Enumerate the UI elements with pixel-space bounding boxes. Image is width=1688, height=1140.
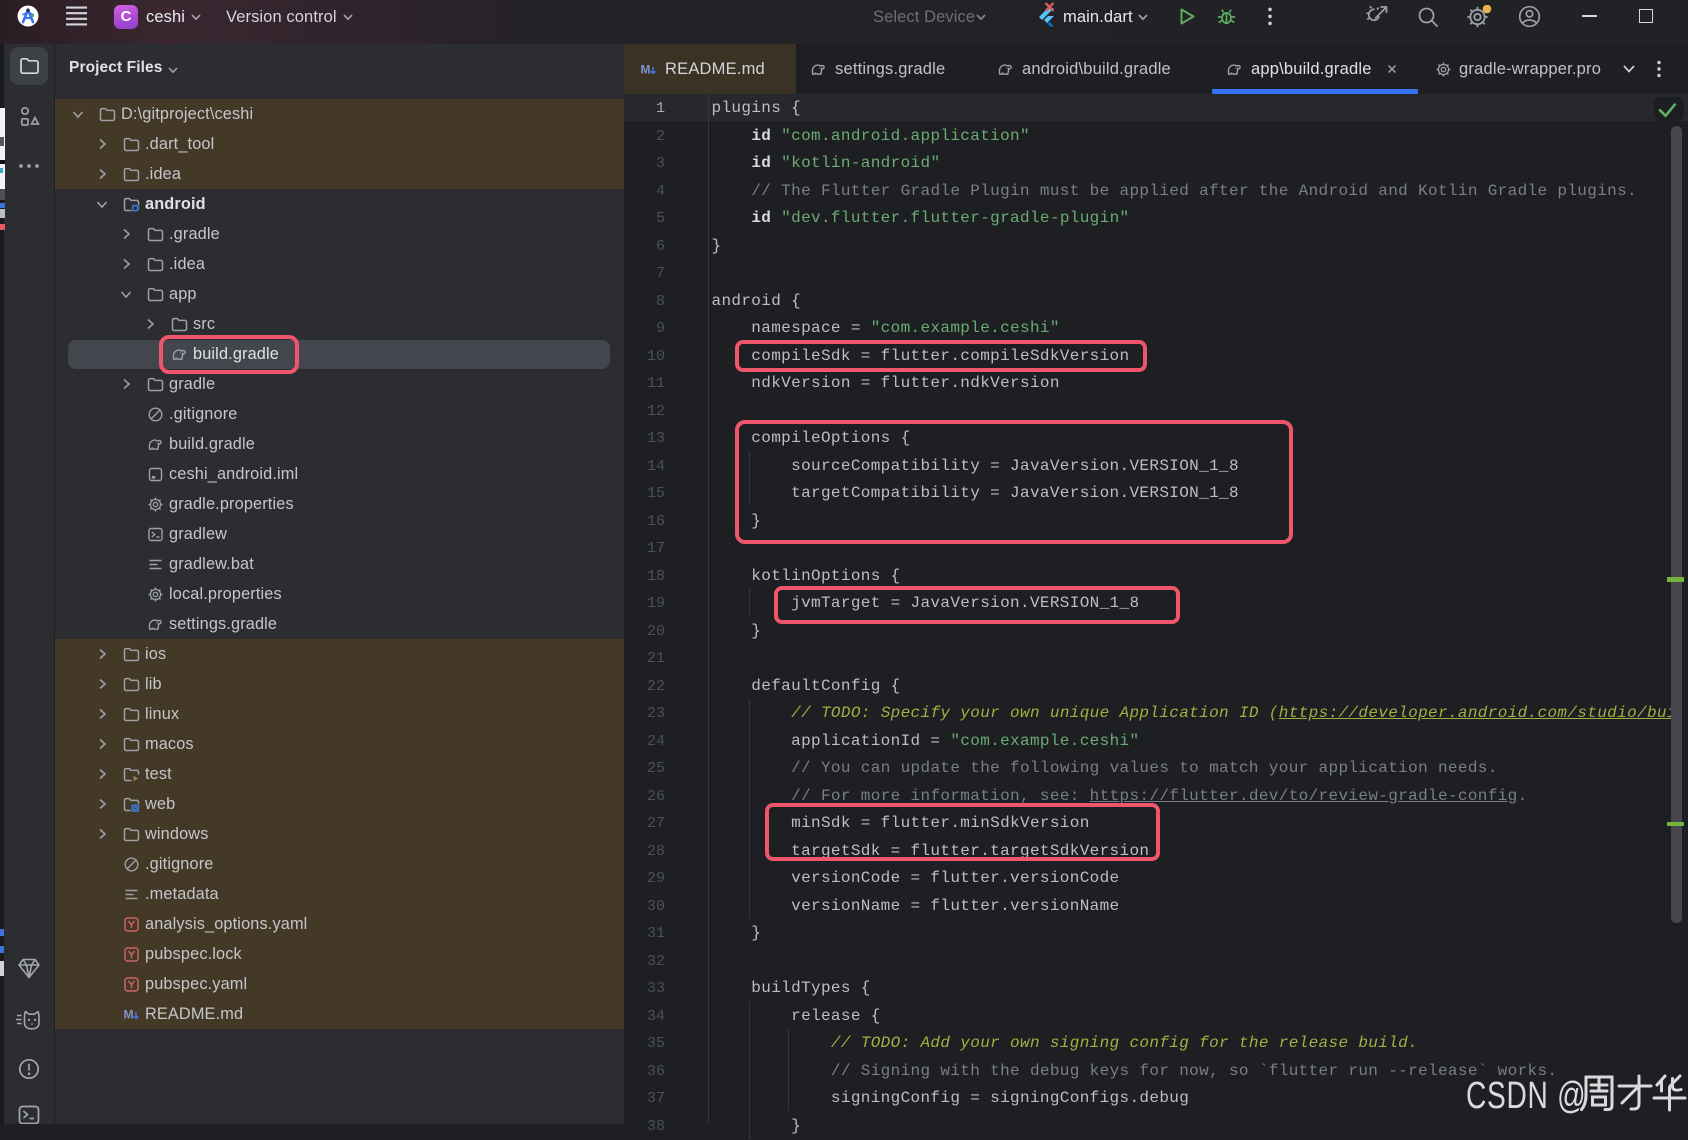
svg-text:M: M: [124, 1007, 134, 1021]
svg-text:CSDN @: CSDN @: [1466, 1075, 1586, 1117]
svg-text:M: M: [641, 62, 651, 76]
